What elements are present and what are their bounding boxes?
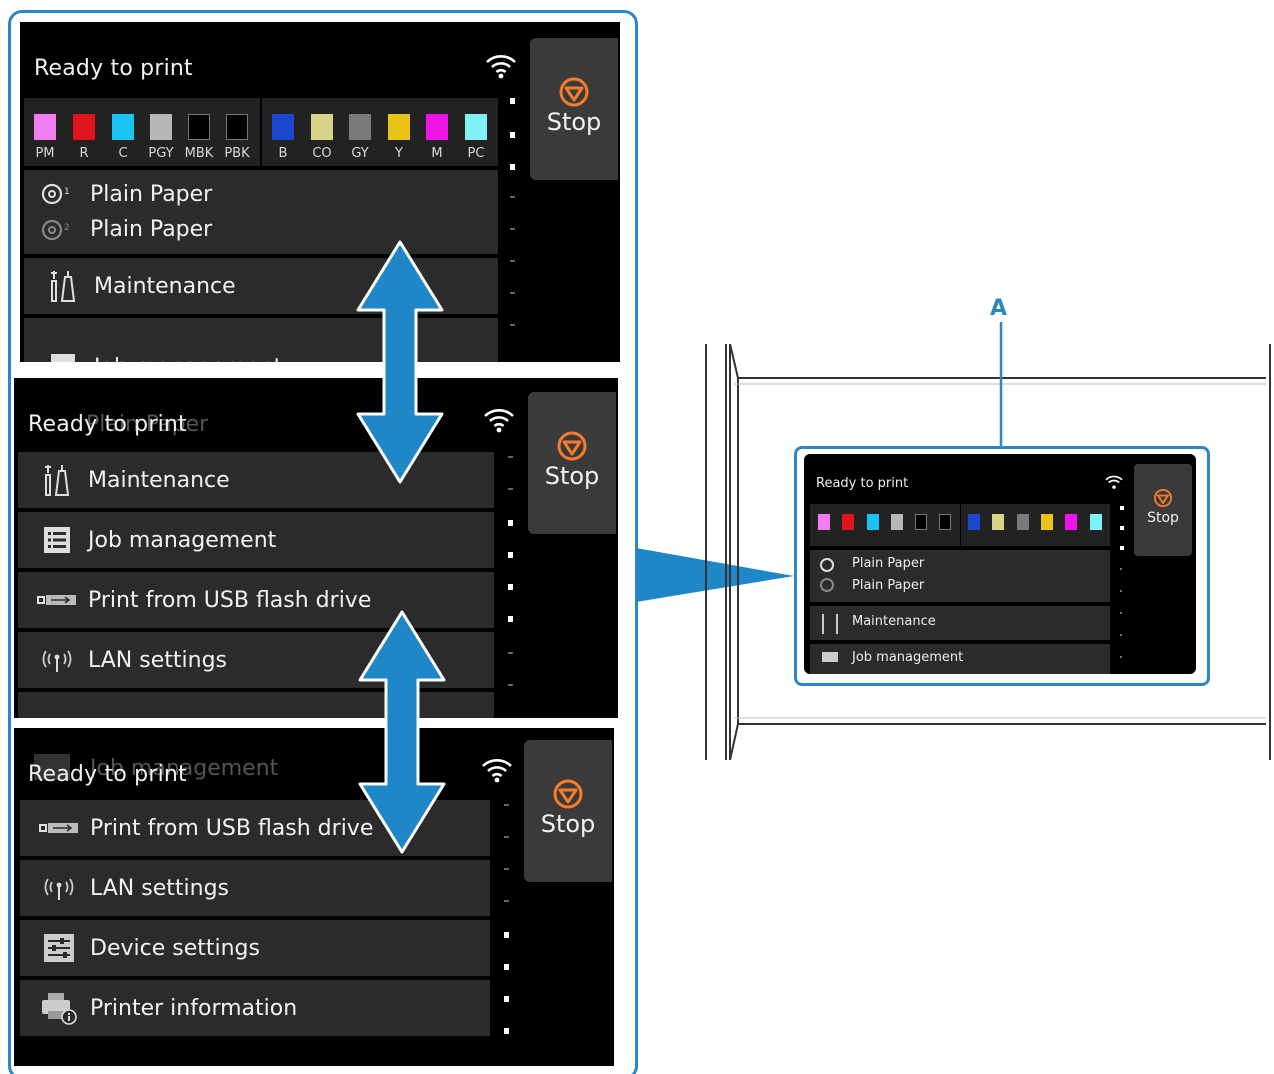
printer-info-icon [42,993,77,1025]
status-text: Ready to print [28,412,187,437]
menu-label: Device settings [90,935,260,961]
stop-label: Stop [546,108,602,136]
stop-icon [559,77,589,107]
roll-2-paper: Plain Paper [90,217,213,242]
job-list-icon [44,527,70,553]
scroll-indicator [508,452,514,712]
mini-stop-label: Stop [1147,510,1179,526]
ink-level-bar[interactable]: PM R C PGY MBK PBK B CO GY Y M PC [24,98,498,166]
menu-label: Maintenance [94,273,236,299]
svg-text:1: 1 [64,187,70,197]
job-list-icon [51,354,75,362]
callout-label-a: A [990,296,1008,321]
roll-2-icon: 2 [41,219,70,241]
lan-antenna-icon [42,650,72,672]
menu-label: Printer information [90,995,298,1021]
stop-icon [553,779,583,809]
lan-antenna-icon [44,878,74,900]
wifi-icon [486,55,516,79]
menu-item-device-settings[interactable]: Device settings [20,920,490,976]
mini-job-row-partial: Job management [810,644,1110,674]
menu-label: Job management [94,355,282,363]
menu-item-lan-settings[interactable]: LAN settings [20,860,490,916]
mini-job-label: Job management [852,650,964,665]
mini-status-text: Ready to print [816,476,909,491]
menu-label: Job management [88,527,277,553]
mini-ink-bar [810,504,1110,546]
maintenance-icon [45,465,70,496]
scroll-indicator [510,98,516,358]
touch-screen-middle: Plain Paper Ready to print Stop Maintena… [14,378,618,718]
stop-icon [557,431,587,461]
wifi-icon [482,759,512,783]
scroll-indicator [504,800,510,1060]
roll-1-paper: Plain Paper [90,182,213,207]
maintenance-icon [51,271,76,302]
menu-label: LAN settings [90,875,229,901]
mini-maintenance-row: Maintenance [810,606,1110,640]
mini-scroll-indicator [1120,506,1124,666]
touch-screen-bottom: Job management Ready to print Stop Print… [14,728,614,1066]
svg-text:2: 2 [64,223,70,233]
status-text: Ready to print [28,762,187,787]
touch-screen-top: Ready to print Stop PM R C PGY MBK PBK B… [20,22,620,362]
menu-item-printer-information[interactable]: Printer information [20,980,490,1036]
scroll-up-down-arrow-2 [358,610,446,854]
menu-label: Maintenance [88,467,230,493]
stop-label: Stop [544,462,600,490]
menu-item-job-management[interactable]: Job management [18,512,494,568]
mini-roll-2-paper: Plain Paper [852,578,925,593]
mini-stop-icon [1153,488,1173,508]
stop-button[interactable]: Stop [530,38,618,180]
scroll-up-down-arrow-1 [356,240,444,484]
status-text: Ready to print [34,56,193,81]
stop-button[interactable]: Stop [528,392,616,534]
stop-button[interactable]: Stop [524,740,612,882]
roll-1-icon: 1 [41,183,70,205]
menu-label: LAN settings [88,647,227,673]
callout-line [999,322,1003,448]
mini-roll-1-paper: Plain Paper [852,556,925,571]
device-settings-icon [44,934,74,962]
usb-drive-icon [39,823,78,833]
wifi-icon [484,409,514,433]
mini-stop-button[interactable]: Stop [1134,464,1192,556]
menu-label: Print from USB flash drive [88,587,372,613]
mini-wifi-icon [1105,475,1123,489]
menu-label: Print from USB flash drive [90,815,374,841]
operation-panel-mini: Ready to print Stop Plain Paper Plain Pa… [804,454,1196,674]
stop-label: Stop [540,810,596,838]
mini-maintenance-label: Maintenance [852,614,936,629]
mini-paper-row: Plain Paper Plain Paper [810,550,1110,602]
usb-drive-icon [37,595,76,605]
